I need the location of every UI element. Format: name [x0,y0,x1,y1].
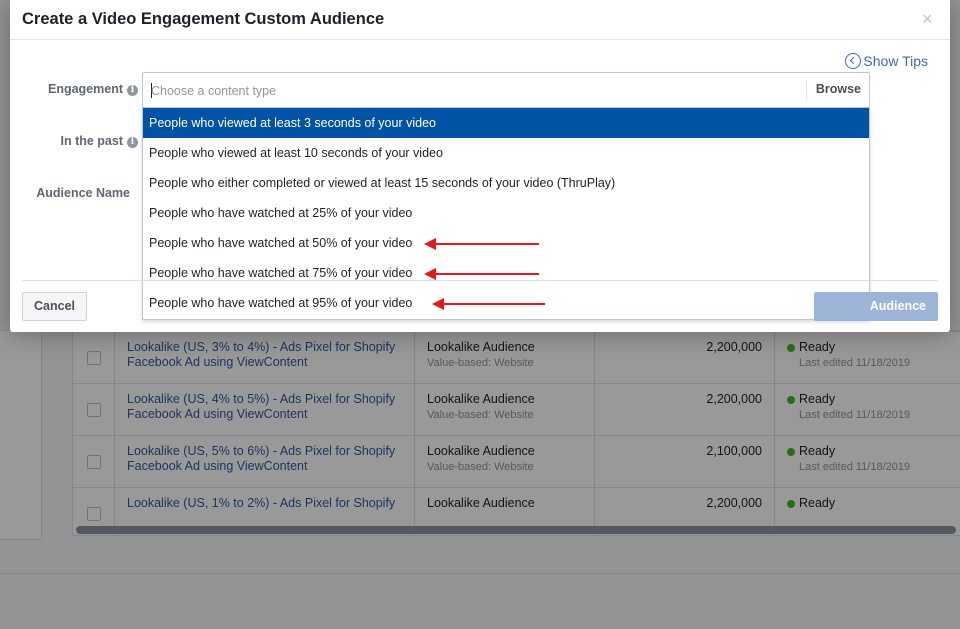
option-watched-25[interactable]: People who have watched at 25% of your v… [143,198,869,228]
option-viewed-10-seconds[interactable]: People who viewed at least 10 seconds of… [143,138,869,168]
chevron-left-circle-icon [845,53,862,69]
close-icon[interactable]: × [922,10,938,28]
option-thruplay[interactable]: People who either completed or viewed at… [143,168,869,198]
modal-header: Create a Video Engagement Custom Audienc… [10,0,950,40]
create-audience-button[interactable]: Audience [814,292,938,321]
cancel-button[interactable]: Cancel [22,292,87,321]
annotation-arrow-icon [424,238,539,250]
content-type-input[interactable] [151,81,791,101]
content-type-dropdown: People who viewed at least 3 seconds of … [142,108,870,320]
modal-title: Create a Video Engagement Custom Audienc… [22,10,385,28]
show-tips-label: Show Tips [863,53,928,69]
engagement-label: Engagement i [48,82,138,96]
show-tips-link[interactable]: Show Tips [845,53,928,69]
annotation-arrow-icon [424,268,539,280]
create-audience-modal: Create a Video Engagement Custom Audienc… [10,0,950,332]
info-icon[interactable]: i [127,85,138,96]
info-icon[interactable]: i [127,137,138,148]
content-type-select[interactable]: Browse [142,72,870,108]
browse-button[interactable]: Browse [805,81,869,99]
footer-divider [22,280,938,281]
option-viewed-3-seconds[interactable]: People who viewed at least 3 seconds of … [143,108,869,138]
annotation-arrow-icon [432,298,545,310]
audience-name-label: Audience Name [36,186,130,200]
in-the-past-label: In the past i [60,134,138,148]
